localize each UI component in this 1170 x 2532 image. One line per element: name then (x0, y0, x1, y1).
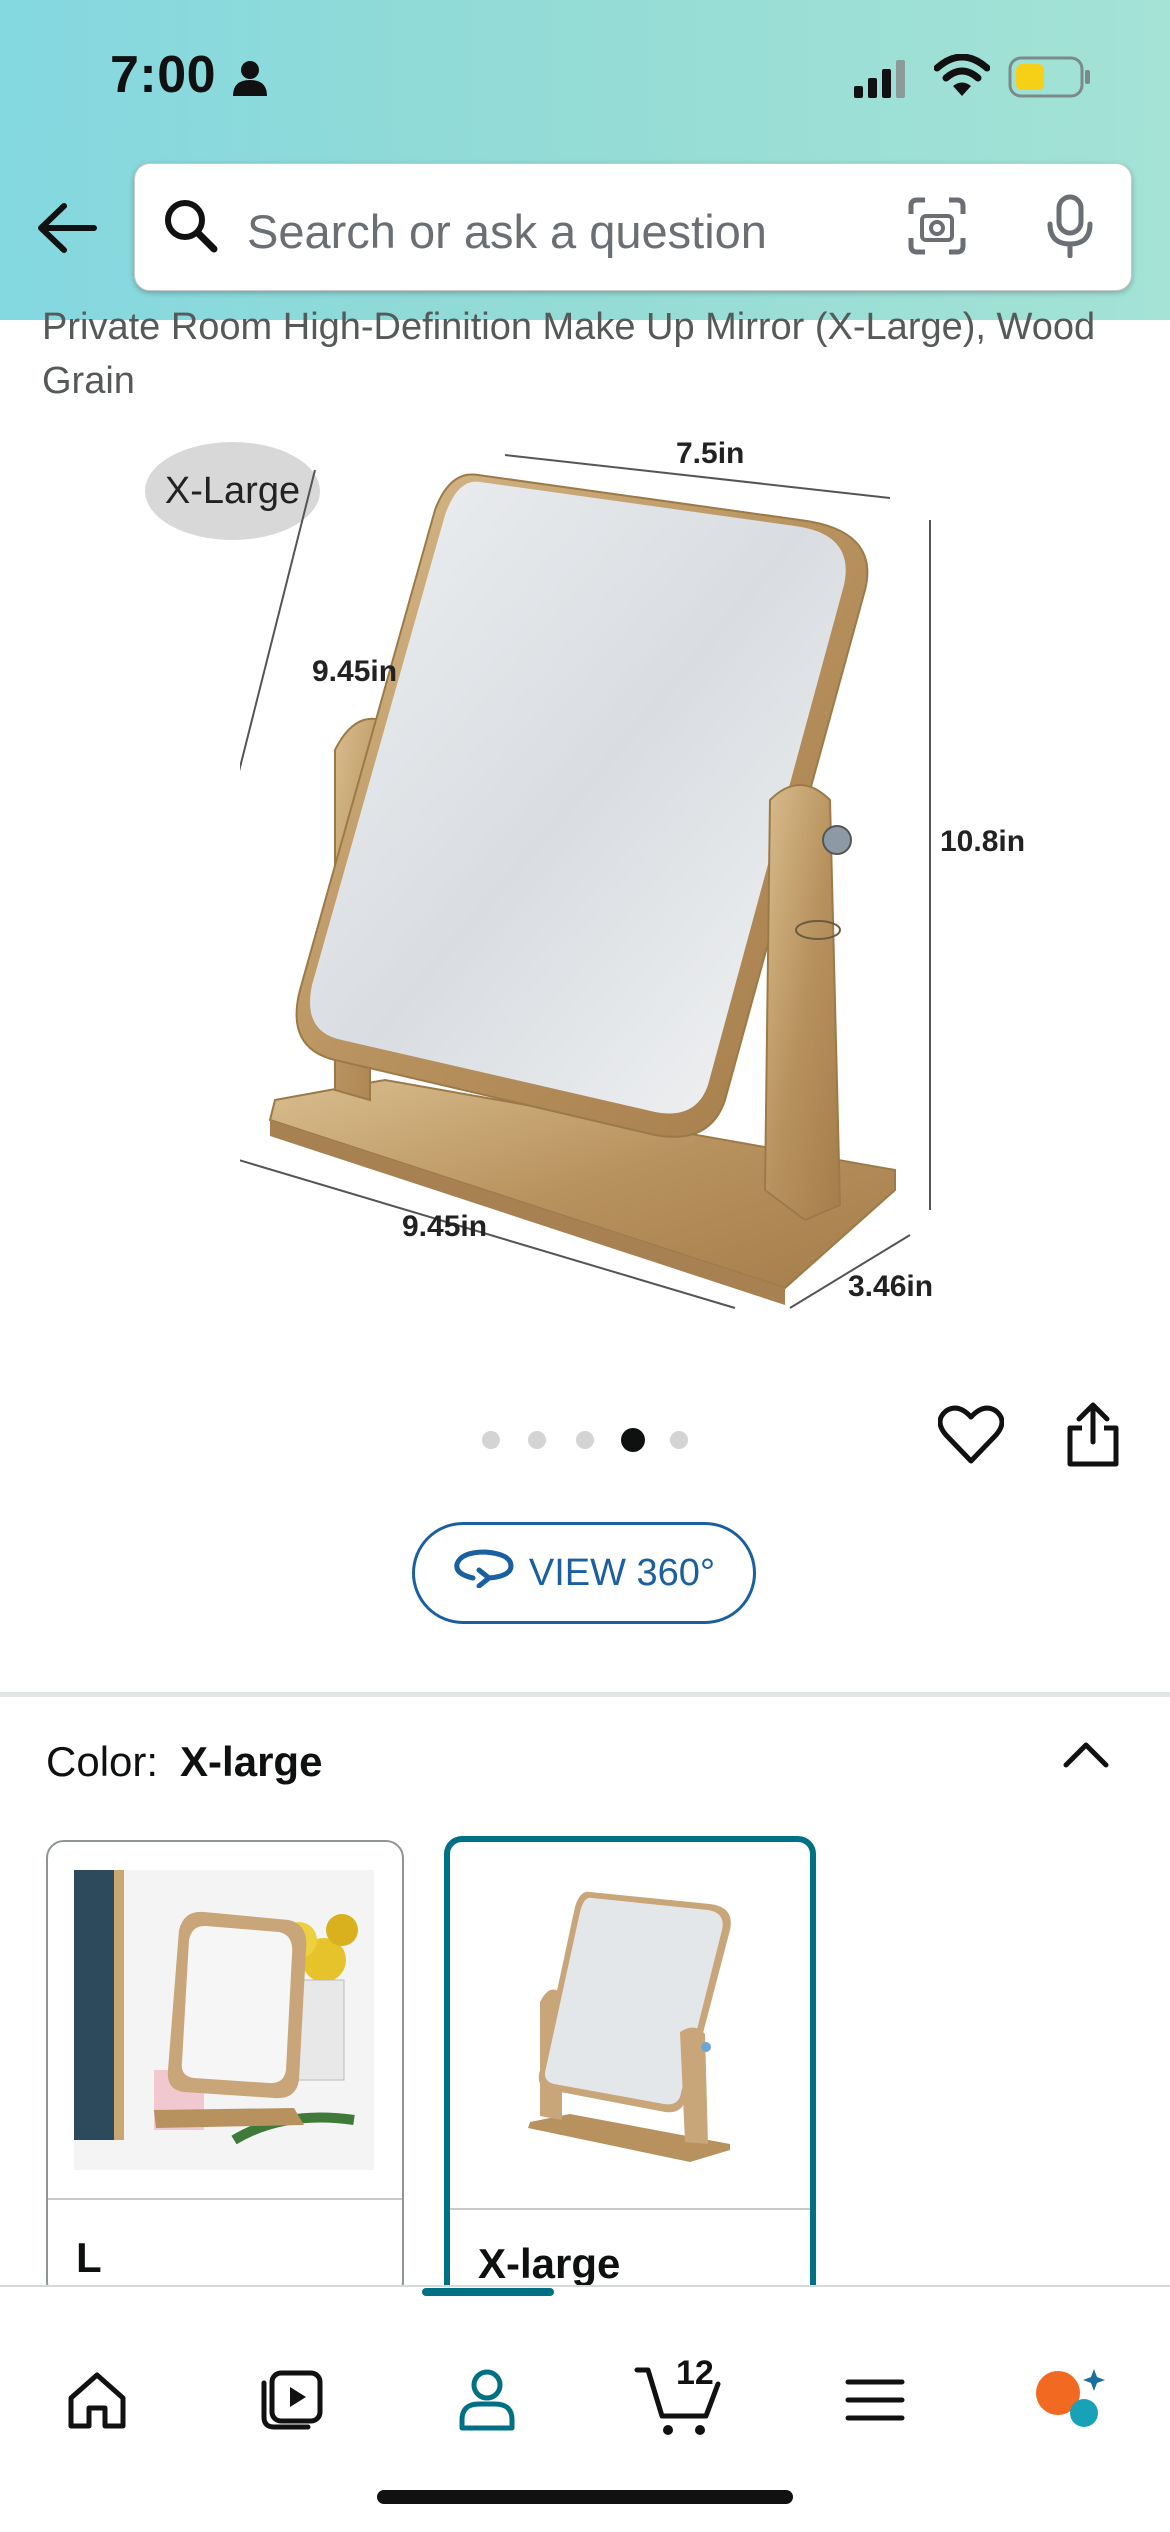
nav-menu[interactable] (820, 2347, 930, 2457)
app-header: 7:00 Search or ask a question (0, 0, 1170, 320)
nav-cart[interactable]: 12 (624, 2347, 734, 2457)
dimension-left-height: 9.45in (312, 655, 398, 688)
image-dot[interactable] (482, 1431, 500, 1449)
wifi-icon (933, 53, 991, 103)
color-selector-label: Color: X-large (46, 1738, 322, 1786)
swatch-x-large-image (528, 1891, 731, 2162)
image-dot[interactable] (528, 1431, 546, 1449)
color-selected-value: X-large (180, 1738, 323, 1785)
microphone-icon[interactable] (1045, 194, 1095, 263)
cellular-signal-icon (852, 58, 912, 103)
home-icon (65, 2370, 129, 2435)
cart-count: 12 (676, 2353, 714, 2392)
search-input[interactable]: Search or ask a question (247, 204, 767, 259)
view-360-label: VIEW 360° (528, 1551, 716, 1594)
image-dot-active[interactable] (621, 1428, 645, 1452)
color-label-text: Color: (46, 1738, 159, 1785)
nav-account[interactable] (432, 2347, 542, 2457)
swatch-l-label: L (76, 2234, 102, 2281)
camera-search-icon[interactable] (907, 196, 967, 261)
rotate-360-icon (453, 1548, 515, 1598)
product-title: Private Room High-Definition Make Up Mir… (42, 306, 1096, 402)
person-icon (230, 58, 270, 103)
status-time: 7:00 (110, 46, 217, 104)
back-arrow-icon[interactable] (36, 203, 98, 258)
nav-video[interactable] (236, 2347, 346, 2457)
nav-home[interactable] (42, 2347, 152, 2457)
color-option-l[interactable]: L (46, 1840, 404, 2300)
account-icon (457, 2368, 517, 2437)
search-box[interactable]: Search or ask a question (134, 163, 1132, 291)
nav-active-indicator (422, 2288, 554, 2296)
battery-icon (1008, 56, 1092, 103)
swatch-l-image (74, 1870, 374, 2170)
swatch-divider (450, 2208, 810, 2210)
dimension-top-width: 7.5in (676, 437, 745, 470)
home-indicator[interactable] (377, 2490, 793, 2504)
image-dot[interactable] (670, 1431, 688, 1449)
nav-rufus[interactable] (1015, 2347, 1125, 2457)
view-360-button[interactable]: VIEW 360° (412, 1522, 756, 1624)
chevron-up-icon[interactable] (1062, 1738, 1110, 1775)
swatch-divider (48, 2198, 402, 2200)
color-option-x-large[interactable]: X-large (444, 1836, 816, 2306)
dimension-base-width: 9.45in (402, 1210, 488, 1243)
section-divider (0, 1692, 1170, 1697)
swatch-x-large-label: X-large (478, 2240, 621, 2287)
product-image[interactable] (240, 420, 1040, 1320)
dimension-right-height: 10.8in (940, 825, 1026, 858)
share-icon[interactable] (1066, 1402, 1120, 1473)
search-icon (161, 196, 221, 261)
menu-icon (845, 2377, 905, 2428)
cart-icon: 12 (634, 2354, 724, 2443)
video-icon (258, 2369, 324, 2436)
heart-icon[interactable] (937, 1405, 1005, 1470)
dimension-base-depth: 3.46in (848, 1270, 934, 1303)
image-pagination-dots (470, 1420, 710, 1460)
rufus-assistant-icon (1032, 2365, 1108, 2440)
image-dot[interactable] (576, 1431, 594, 1449)
